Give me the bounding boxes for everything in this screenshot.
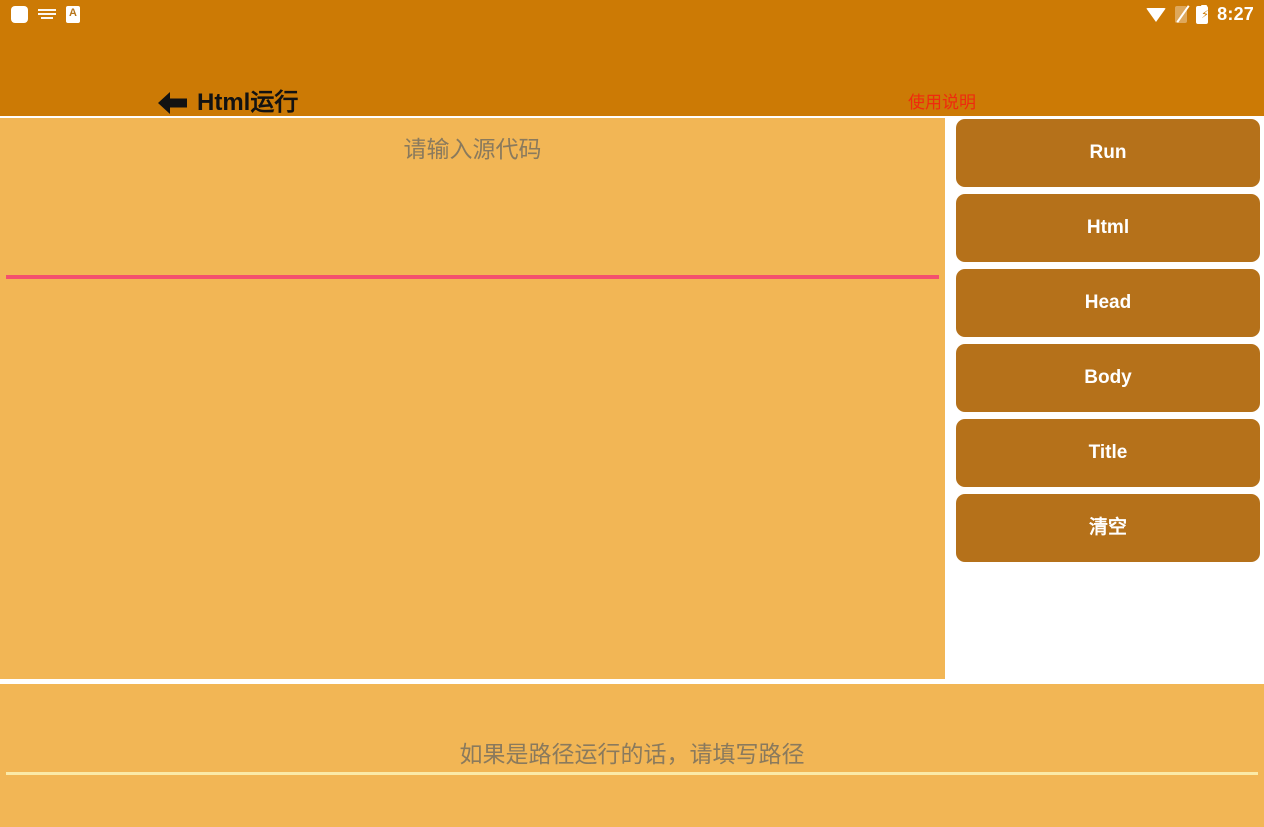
help-instructions-link[interactable]: 使用说明 (908, 91, 976, 115)
status-bar-right-icons: ⚡ 8:27 (1146, 4, 1254, 25)
source-code-pane: 请输入源代码 (0, 118, 945, 679)
run-button[interactable]: Run (956, 119, 1260, 187)
dictionary-a-icon: A (66, 6, 80, 23)
action-button-column: Run Html Head Body Title 清空 (952, 116, 1264, 681)
source-code-underline (6, 275, 939, 279)
path-input-placeholder: 如果是路径运行的话，请填写路径 (459, 741, 805, 767)
battery-charging-icon: ⚡ (1196, 4, 1209, 24)
title-button[interactable]: Title (956, 419, 1260, 487)
body-button[interactable]: Body (956, 344, 1260, 412)
path-input-underline (6, 772, 1258, 775)
status-bar: A ⚡ 8:27 (0, 0, 1264, 29)
status-bar-clock: 8:27 (1217, 4, 1254, 24)
back-arrow-icon[interactable] (155, 87, 189, 119)
status-bar-left-icons: A (11, 6, 80, 23)
path-input-pane: 如果是路径运行的话，请填写路径 (0, 684, 1264, 827)
head-button[interactable]: Head (956, 269, 1260, 337)
app-bar: Html运行 使用说明 (0, 29, 1264, 116)
page-title: Html运行 (197, 89, 299, 116)
source-code-input[interactable] (0, 118, 945, 679)
source-code-placeholder: 请输入源代码 (403, 136, 542, 162)
main-content: 请输入源代码 Run Html Head Body Title 清空 如果是路径… (0, 116, 1264, 827)
keyboard-icon (38, 8, 56, 21)
html-button[interactable]: Html (956, 194, 1260, 262)
battery-bolt-glyph: ⚡ (1201, 8, 1209, 21)
notification-app-icon (11, 6, 28, 23)
clear-button[interactable]: 清空 (956, 494, 1260, 562)
sim-card-off-icon (1175, 6, 1188, 23)
wifi-icon (1146, 7, 1167, 22)
app-root: A ⚡ 8:27 Html运行 使用说明 请输入源代码 Run Html Hea… (0, 0, 1264, 827)
